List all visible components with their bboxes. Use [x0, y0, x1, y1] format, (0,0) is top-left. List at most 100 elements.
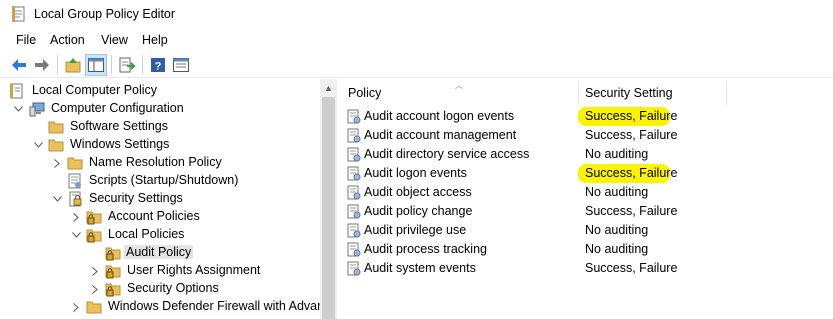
menu-view[interactable]: View: [101, 33, 128, 47]
policy-name: Audit privilege use: [364, 223, 467, 237]
policy-row[interactable]: Audit process tracking No auditing: [340, 240, 833, 259]
column-divider[interactable]: [578, 81, 579, 105]
tree-item-label: Security Settings: [89, 191, 183, 205]
tree-item-software-settings[interactable]: Software Settings: [0, 118, 320, 136]
tree-item-local-policies[interactable]: Local Policies: [0, 226, 320, 244]
export-list-button[interactable]: [116, 54, 138, 76]
locked-folder-icon: [86, 211, 102, 225]
policy-setting-icon: [347, 204, 361, 219]
policy-setting-value: No auditing: [585, 185, 649, 199]
tree-item-label: Windows Defender Firewall with Advanc: [108, 299, 331, 313]
toolbar: ?: [0, 51, 833, 78]
chevron-right-icon[interactable]: [90, 266, 100, 276]
policy-row[interactable]: Audit directory service access No auditi…: [340, 145, 833, 164]
show-hide-tree-button[interactable]: [85, 54, 107, 76]
chevron-down-icon[interactable]: [71, 230, 81, 240]
policy-name: Audit account logon events: [364, 109, 515, 123]
policy-editor-app-icon: [12, 6, 25, 22]
tree-item-label: Account Policies: [108, 209, 200, 223]
back-button[interactable]: [8, 54, 30, 76]
tree-item-label: Local Policies: [108, 227, 185, 241]
column-divider[interactable]: [726, 81, 727, 105]
policy-name: Audit directory service access: [364, 147, 530, 161]
column-header-label: Security Setting: [585, 86, 673, 100]
menu-file[interactable]: File: [16, 33, 36, 47]
back-arrow-icon: [12, 59, 26, 71]
locked-folder-icon: [105, 265, 121, 279]
folder-icon: [86, 301, 102, 314]
tree-item-account-policies[interactable]: Account Policies: [0, 208, 320, 226]
menu-bar: File Action View Help: [0, 29, 833, 51]
tree-item-label: User Rights Assignment: [127, 263, 261, 277]
menu-help[interactable]: Help: [142, 33, 168, 47]
show-hide-tree-icon: [88, 58, 104, 72]
policy-root-icon: [10, 83, 23, 99]
policy-list-pane[interactable]: Policy ︿ Security Setting Audit account …: [340, 79, 833, 319]
folder-icon: [67, 157, 83, 170]
chevron-right-icon[interactable]: [71, 302, 81, 312]
properties-button[interactable]: [170, 54, 192, 76]
chevron-down-icon[interactable]: [52, 194, 62, 204]
title-bar[interactable]: Local Group Policy Editor: [0, 0, 833, 29]
policy-row[interactable]: Audit account management Success, Failur…: [340, 126, 833, 145]
policy-row[interactable]: Audit system events Success, Failure: [340, 259, 833, 278]
toolbar-separator: [111, 55, 112, 74]
tree-item-user-rights-assignment[interactable]: User Rights Assignment: [0, 262, 320, 280]
policy-name: Audit process tracking: [364, 242, 487, 256]
policy-row[interactable]: Audit privilege use No auditing: [340, 221, 833, 240]
tree-item-scripts[interactable]: Scripts (Startup/Shutdown): [0, 172, 320, 190]
policy-row[interactable]: Audit policy change Success, Failure: [340, 202, 833, 221]
menu-action[interactable]: Action: [50, 33, 85, 47]
locked-folder-icon: [86, 229, 102, 243]
chevron-right-icon[interactable]: [71, 212, 81, 222]
policy-setting-value: No auditing: [585, 242, 649, 256]
tree-item-security-options[interactable]: Security Options: [0, 280, 320, 298]
tree-item-windows-defender-firewall[interactable]: Windows Defender Firewall with Advanc: [0, 298, 330, 316]
chevron-right-icon[interactable]: [90, 284, 100, 294]
chevron-right-icon[interactable]: [52, 158, 62, 168]
column-header-policy[interactable]: Policy: [348, 79, 578, 107]
policy-setting-icon: [347, 242, 361, 257]
policy-row[interactable]: Audit logon events Success, Failure: [340, 164, 833, 183]
tree-scrollbar[interactable]: ▲: [320, 79, 337, 319]
tree-item-name-resolution-policy[interactable]: Name Resolution Policy: [0, 154, 320, 172]
forward-button[interactable]: [31, 54, 53, 76]
column-header-security-setting[interactable]: Security Setting: [585, 79, 725, 107]
policy-setting-value: Success, Failure: [585, 261, 678, 275]
tree-item-audit-policy[interactable]: Audit Policy: [0, 244, 320, 262]
policy-setting-icon: [347, 147, 361, 162]
scroll-up-icon[interactable]: ▲: [324, 83, 333, 93]
tree-item-windows-settings[interactable]: Windows Settings: [0, 136, 320, 154]
up-one-level-button[interactable]: [62, 54, 84, 76]
tree-item-label: Name Resolution Policy: [89, 155, 222, 169]
policy-row[interactable]: Audit object access No auditing: [340, 183, 833, 202]
policy-setting-icon: [347, 109, 361, 124]
scrollbar-thumb[interactable]: [322, 97, 335, 319]
policy-name: Audit logon events: [364, 166, 467, 180]
tree-item-label: Audit Policy: [124, 245, 194, 259]
forward-arrow-icon: [35, 59, 49, 71]
policy-setting-value: Success, Failure: [585, 166, 678, 180]
up-folder-icon: [65, 58, 81, 73]
policy-setting-icon: [347, 166, 361, 181]
help-button[interactable]: ?: [147, 54, 169, 76]
policy-setting-icon: [347, 261, 361, 276]
sort-ascending-icon: ︿: [455, 81, 463, 90]
policy-name: Audit policy change: [364, 204, 473, 218]
policy-name: Audit system events: [364, 261, 476, 275]
computer-icon: [29, 102, 45, 117]
tree-item-label: Scripts (Startup/Shutdown): [89, 173, 239, 187]
folder-icon: [48, 139, 64, 152]
tree-item-local-computer-policy[interactable]: Local Computer Policy: [0, 82, 320, 100]
policy-setting-value: No auditing: [585, 147, 649, 161]
policy-setting-value: Success, Failure: [585, 109, 678, 123]
policy-setting-value: No auditing: [585, 223, 649, 237]
console-tree[interactable]: Local Computer Policy Computer Configura…: [0, 79, 337, 319]
chevron-down-icon[interactable]: [13, 104, 23, 114]
policy-setting-value: Success, Failure: [585, 128, 678, 142]
tree-item-security-settings[interactable]: Security Settings: [0, 190, 320, 208]
tree-item-label: Security Options: [127, 281, 219, 295]
chevron-down-icon[interactable]: [33, 140, 43, 150]
policy-row[interactable]: Audit account logon events Success, Fail…: [340, 107, 833, 126]
tree-item-computer-configuration[interactable]: Computer Configuration: [0, 100, 320, 118]
